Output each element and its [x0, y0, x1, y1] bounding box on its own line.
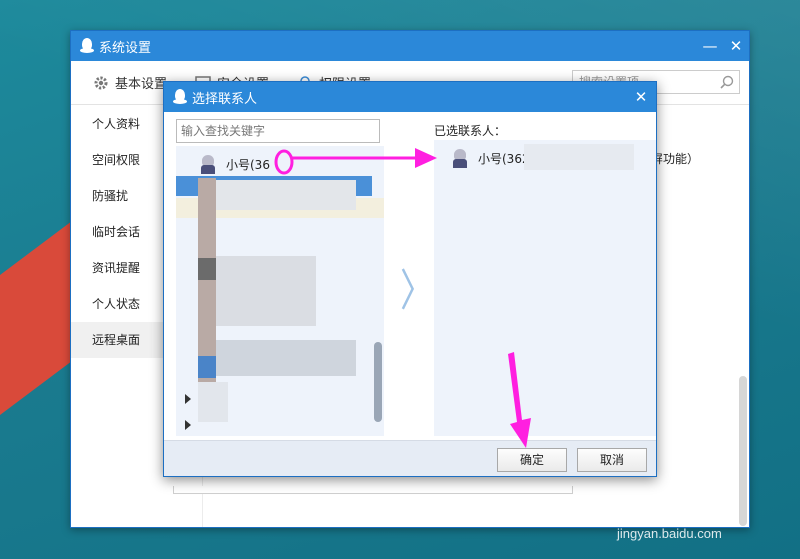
contact-search-placeholder: 输入查找关键字 — [181, 124, 266, 138]
contact-list-scrollbar[interactable] — [374, 342, 382, 422]
dialog-close-icon[interactable]: ✕ — [626, 88, 656, 106]
ok-button[interactable]: 确定 — [497, 448, 567, 472]
baidu-jingyan-logo: Bai 经验 — [612, 495, 718, 525]
settings-title-bar: 系统设置 — ✕ — [71, 31, 749, 61]
blurred-contact-id — [524, 144, 634, 170]
blurred-contacts — [216, 340, 356, 376]
contact-row[interactable]: 小号(36 — [176, 150, 384, 178]
close-icon[interactable]: ✕ — [723, 31, 749, 61]
qq-penguin-icon — [79, 37, 95, 55]
blurred-contacts — [198, 356, 216, 378]
qq-penguin-icon — [172, 88, 188, 106]
group-expand-arrow[interactable] — [185, 420, 191, 430]
partial-option-text: 屏功能） — [651, 152, 700, 166]
tab-basic-settings-label: 基本设置 — [115, 77, 168, 92]
watermark-url: jingyan.baidu.com — [617, 526, 722, 541]
settings-scrollbar[interactable] — [739, 376, 747, 526]
search-icon[interactable] — [720, 75, 734, 89]
contact-search-input[interactable]: 输入查找关键字 — [176, 119, 380, 143]
contact-list-panel: 小号(36 — [176, 146, 384, 436]
contact-avatar — [450, 148, 470, 168]
selected-contacts-label: 已选联系人： — [434, 124, 507, 138]
content-frame-bottom — [173, 486, 573, 494]
blurred-contacts — [216, 180, 356, 210]
contact-avatar — [198, 154, 218, 174]
tab-basic-settings[interactable]: 基本设置 — [93, 73, 167, 92]
settings-window-title: 系统设置 — [99, 40, 152, 56]
cancel-button[interactable]: 取消 — [577, 448, 647, 472]
gear-icon — [94, 76, 108, 89]
group-expand-arrow[interactable] — [185, 394, 191, 404]
blurred-contacts — [198, 382, 228, 422]
dialog-footer: 确定 取消 — [164, 440, 656, 476]
selected-contact-name: 小号(362 — [478, 151, 530, 166]
select-contact-dialog: 选择联系人 ✕ 输入查找关键字 小号(36 〉 已选联系人： 小号(362 确定 — [163, 81, 657, 477]
contact-name: 小号(36 — [226, 157, 270, 172]
chevron-right-icon[interactable]: 〉 — [400, 255, 434, 319]
selected-contacts-panel: 小号(362 — [434, 140, 656, 436]
dialog-title-bar: 选择联系人 ✕ — [164, 82, 656, 112]
dialog-title: 选择联系人 — [192, 91, 258, 107]
blurred-contacts — [216, 256, 316, 326]
minimize-button[interactable]: — — [697, 31, 723, 61]
blurred-contacts — [198, 258, 216, 280]
